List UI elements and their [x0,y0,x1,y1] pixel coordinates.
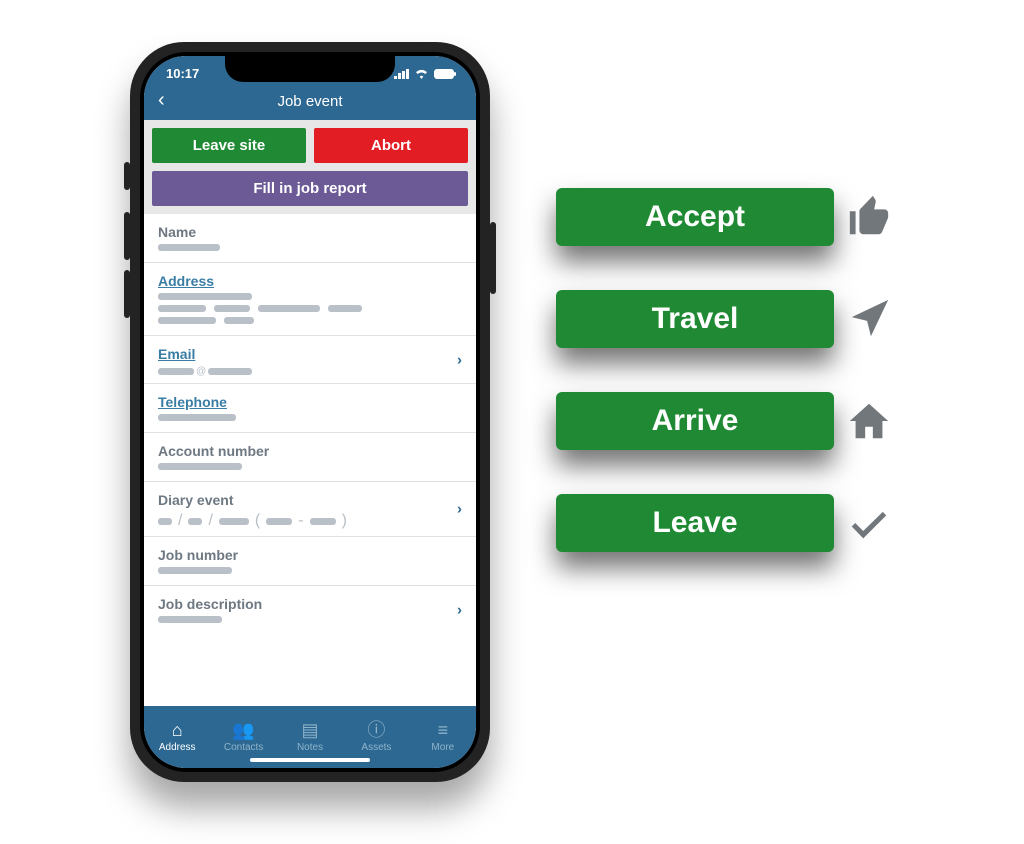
label-diary-event: Diary event [158,492,462,508]
stage-accept: Accept [556,188,936,246]
stage-travel: Travel [556,290,936,348]
accept-button[interactable]: Accept [556,188,834,246]
thumbs-up-icon [834,194,904,240]
tab-label: Contacts [224,742,263,753]
placeholder-line [158,567,232,574]
placeholder-line [158,293,252,300]
label-telephone[interactable]: Telephone [158,394,462,410]
chevron-right-icon: › [457,602,462,619]
placeholder-line [158,305,206,312]
field-job-description[interactable]: Job description › [144,586,476,634]
leave-button[interactable]: Leave [556,494,834,552]
field-diary-event[interactable]: Diary event / / ( - ) › [144,482,476,537]
tab-label: Address [159,742,196,753]
phone-side-button [490,222,496,294]
placeholder-line [158,616,222,623]
status-time: 10:17 [166,66,199,81]
phone-side-button [124,162,130,190]
placeholder-line [158,414,236,421]
tab-label: Notes [297,742,323,753]
placeholder-line [310,518,336,525]
phone-side-button [124,270,130,318]
fill-report-button[interactable]: Fill in job report [152,171,468,206]
placeholder-line [219,518,249,525]
page-title: Job event [277,93,342,110]
placeholder-line [208,368,252,375]
action-bar: Leave site Abort Fill in job report [144,120,476,214]
placeholder-line [158,244,220,251]
details-list: Name Address [144,214,476,634]
field-name: Name [144,214,476,263]
placeholder-line [224,317,254,324]
placeholder-line [266,518,292,525]
chevron-right-icon: › [457,501,462,518]
tab-label: Assets [361,742,391,753]
tab-label: More [431,742,454,753]
stage-arrive: Arrive [556,392,936,450]
placeholder-line [158,518,172,525]
more-icon: ≡ [438,721,449,739]
home-icon [834,398,904,444]
placeholder-line [158,317,216,324]
contacts-icon: 👥 [232,721,254,739]
field-job-number: Job number [144,537,476,586]
arrive-button[interactable]: Arrive [556,392,834,450]
nav-bar: ‹ Job event [144,87,476,120]
chevron-right-icon: › [457,351,462,368]
check-icon [834,500,904,546]
phone-side-button [124,212,130,260]
field-telephone[interactable]: Telephone [144,384,476,433]
status-icons [394,66,454,81]
leave-site-button[interactable]: Leave site [152,128,306,163]
notes-icon: ▤ [302,721,319,739]
placeholder-line [214,305,250,312]
stage-leave: Leave [556,494,936,552]
navigate-icon [834,296,904,342]
field-account-number: Account number [144,433,476,482]
wifi-icon [414,68,429,79]
phone-mockup: 10:17 ‹ Job event Leave site Abort [130,42,490,782]
signal-icon [394,69,409,79]
placeholder-line [158,368,194,375]
label-name: Name [158,224,462,240]
tab-more[interactable]: ≡ More [410,706,476,768]
stage-buttons: Accept Travel Arrive Leave [556,188,936,596]
phone-notch [225,56,395,82]
label-job-description: Job description [158,596,462,612]
home-indicator [250,758,370,762]
travel-button[interactable]: Travel [556,290,834,348]
placeholder-line [258,305,320,312]
field-address[interactable]: Address [144,263,476,336]
placeholder-line [188,518,202,525]
abort-button[interactable]: Abort [314,128,468,163]
battery-icon [434,69,454,79]
tab-address[interactable]: ⌂ Address [144,706,210,768]
label-email[interactable]: Email [158,346,462,362]
placeholder-line [158,463,242,470]
back-icon[interactable]: ‹ [158,89,165,112]
field-email[interactable]: Email @ › [144,336,476,384]
at-glyph: @ [196,366,206,377]
home-icon: ⌂ [172,721,183,739]
phone-screen: 10:17 ‹ Job event Leave site Abort [144,56,476,768]
info-icon: ⓘ [367,721,385,739]
label-account-number: Account number [158,443,462,459]
placeholder-line [328,305,362,312]
label-job-number: Job number [158,547,462,563]
label-address[interactable]: Address [158,273,462,289]
